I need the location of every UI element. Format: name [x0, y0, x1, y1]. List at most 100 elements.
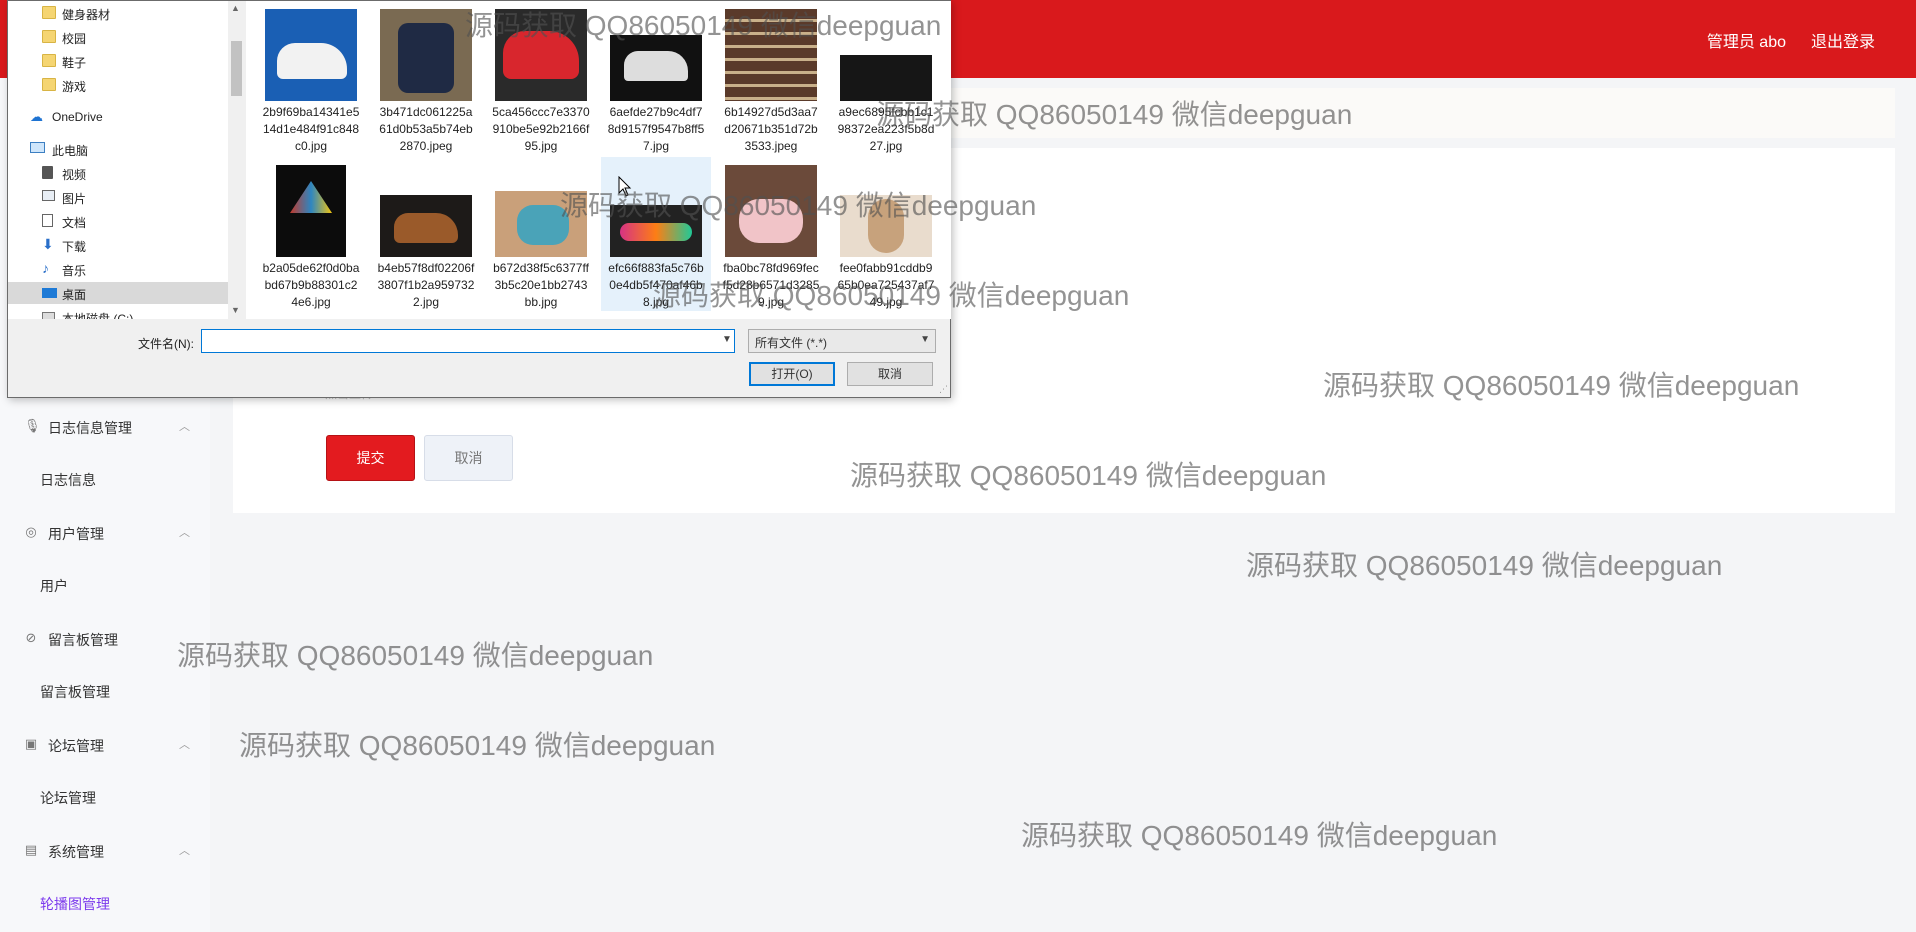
tree-item[interactable]: 视频 — [8, 162, 228, 184]
logout-link[interactable]: 退出登录 — [1811, 28, 1875, 52]
file-item[interactable]: 6aefde27b9c4df78d9157f9547b8ff57.jpg — [601, 1, 711, 155]
dialog-cancel-button[interactable]: 取消 — [847, 362, 933, 386]
tree-item[interactable]: 图片 — [8, 186, 228, 208]
file-name: b4eb57f8df02206f3807f1b2a9597322.jpg — [377, 261, 475, 309]
thumbnail-image — [495, 9, 587, 101]
file-item[interactable]: b2a05de62f0d0babd67b9b88301c24e6.jpg — [256, 157, 366, 311]
filename-label: 文件名(N): — [138, 337, 194, 351]
file-name: fba0bc78fd969fecf5d28b6571d32859.jpg — [722, 261, 820, 309]
file-item[interactable]: b4eb57f8df02206f3807f1b2a9597322.jpg — [371, 157, 481, 311]
sidebar-item-log[interactable]: 日志信息 — [40, 470, 96, 490]
navigation-tree[interactable]: 健身器材 校园 鞋子 游戏 ☁ OneDrive 此电脑 视频 图片 文档 ⬇ 下载… — [8, 1, 228, 319]
file-item[interactable]: 2b9f69ba14341e514d1e484f91c848c0.jpg — [256, 1, 366, 155]
file-name: efc66f883fa5c76b0e4db5f470af46b8.jpg — [608, 261, 704, 309]
tree-item-label: 音乐 — [62, 264, 87, 278]
open-button[interactable]: 打开(O) — [749, 362, 835, 386]
scroll-down-icon[interactable]: ▼ — [231, 305, 240, 315]
tree-item[interactable]: ☁ OneDrive — [8, 106, 228, 128]
resize-grip-icon[interactable]: ⋰ — [939, 384, 948, 395]
drive-icon — [42, 312, 55, 319]
cancel-button[interactable]: 取消 — [424, 435, 513, 481]
sidebar-item-carousel[interactable]: 轮播图管理 — [40, 894, 110, 914]
tree-item-label: 鞋子 — [62, 56, 87, 70]
file-name: b2a05de62f0d0babd67b9b88301c24e6.jpg — [262, 261, 360, 309]
user-ring-icon: ◎ — [25, 524, 37, 539]
tree-item[interactable]: 健身器材 — [8, 2, 228, 24]
nav-group-label: 日志信息管理 — [48, 420, 132, 436]
tree-item-label: 桌面 — [62, 288, 87, 302]
nav-group-forum[interactable]: ▣ 论坛管理 ︿ — [0, 725, 210, 765]
file-name: fee0fabb91cddb965b0ea725437af749.jpg — [837, 261, 935, 309]
video-icon — [42, 166, 53, 179]
mouse-cursor-icon — [618, 176, 632, 197]
tree-item[interactable]: ⬇ 下载 — [8, 234, 228, 256]
nav-group-log[interactable]: 🎙 日志信息管理 ︿ — [0, 407, 210, 447]
tree-item-label: 图片 — [62, 192, 87, 206]
folder-icon — [42, 54, 56, 67]
file-name: 6b14927d5d3aa7d20671b351d72b3533.jpeg — [724, 105, 818, 153]
submit-button[interactable]: 提交 — [326, 435, 415, 481]
thumbnail-image — [840, 195, 932, 257]
nav-group-message[interactable]: ⊘ 留言板管理 — [0, 619, 210, 659]
watermark-text: 源码获取 QQ86050149 微信deepguan — [1021, 820, 1498, 851]
tree-item[interactable]: 本地磁盘 (C:) — [8, 306, 228, 319]
chevron-down-icon[interactable]: ▼ — [722, 334, 732, 345]
filename-input[interactable] — [201, 329, 735, 353]
file-open-dialog: 健身器材 校园 鞋子 游戏 ☁ OneDrive 此电脑 视频 图片 文档 ⬇ 下载… — [7, 0, 951, 398]
download-icon: ⬇ — [42, 236, 54, 252]
file-item[interactable]: fba0bc78fd969fecf5d28b6571d32859.jpg — [716, 157, 826, 311]
file-item[interactable]: 5ca456ccc7e3370910be5e92b2166f95.jpg — [486, 1, 596, 155]
chevron-up-icon: ︿ — [179, 845, 190, 857]
scroll-up-icon[interactable]: ▲ — [231, 3, 240, 13]
list-icon: ▤ — [24, 842, 38, 857]
tree-item[interactable]: 游戏 — [8, 74, 228, 96]
file-name: b672d38f5c6377ff3b5c20e1bb2743bb.jpg — [493, 261, 589, 309]
nav-group-system[interactable]: ▤ 系统管理 ︿ — [0, 831, 210, 871]
thumbnail-image — [840, 55, 932, 101]
file-name: 2b9f69ba14341e514d1e484f91c848c0.jpg — [262, 105, 360, 153]
tree-item[interactable]: 文档 — [8, 210, 228, 232]
cloud-icon: ☁ — [30, 109, 43, 124]
thumbnail-image — [610, 35, 702, 101]
current-user: 管理员 abo — [1706, 34, 1786, 51]
sidebar-item-message[interactable]: 留言板管理 — [40, 682, 110, 702]
thumbnail-image — [725, 9, 817, 101]
tree-item-selected[interactable]: 桌面 — [8, 282, 228, 304]
nav-group-label: 论坛管理 — [48, 738, 104, 754]
tree-item[interactable]: 此电脑 — [8, 138, 228, 160]
file-item[interactable]: a9ec6895fcbb1c198372ea223f5b8d27.jpg — [831, 1, 941, 155]
thumbnail-image — [380, 195, 472, 257]
chevron-up-icon: ︿ — [179, 739, 190, 751]
tree-item-label: 此电脑 — [52, 144, 89, 158]
tree-item-label: 视频 — [62, 168, 87, 182]
filetype-value: 所有文件 (*.*) — [755, 336, 828, 350]
file-list[interactable]: 2b9f69ba14341e514d1e484f91c848c0.jpg 3b4… — [246, 1, 951, 319]
sidebar-item-forum[interactable]: 论坛管理 — [40, 788, 96, 808]
watermark-text: 源码获取 QQ86050149 微信deepguan — [177, 640, 654, 671]
folder-icon — [42, 6, 56, 19]
chevron-down-icon: ▼ — [920, 334, 930, 345]
chevron-up-icon: ︿ — [179, 527, 190, 539]
thumbnail-image — [610, 205, 702, 257]
thumbnail-image — [276, 165, 346, 257]
file-item[interactable]: 6b14927d5d3aa7d20671b351d72b3533.jpeg — [716, 1, 826, 155]
nav-group-user[interactable]: ◎ 用户管理 ︿ — [0, 513, 210, 553]
file-name: a9ec6895fcbb1c198372ea223f5b8d27.jpg — [837, 105, 935, 153]
tree-item-label: OneDrive — [52, 110, 103, 124]
sidebar-item-user[interactable]: 用户 — [40, 576, 68, 596]
file-item[interactable]: fee0fabb91cddb965b0ea725437af749.jpg — [831, 157, 941, 311]
document-icon — [42, 214, 53, 227]
file-item[interactable]: b672d38f5c6377ff3b5c20e1bb2743bb.jpg — [486, 157, 596, 311]
compass-icon: ⊘ — [25, 630, 37, 645]
tree-item[interactable]: ♪ 音乐 — [8, 258, 228, 280]
file-item[interactable]: 3b471dc061225a61d0b53a5b74eb2870.jpeg — [371, 1, 481, 155]
tree-item[interactable]: 校园 — [8, 26, 228, 48]
filetype-select[interactable]: 所有文件 (*.*) ▼ — [748, 329, 936, 353]
chevron-up-icon: ︿ — [179, 421, 190, 433]
scrollbar-thumb[interactable] — [231, 41, 242, 96]
tree-scrollbar[interactable]: ▲ ▼ — [228, 1, 245, 319]
tree-item[interactable]: 鞋子 — [8, 50, 228, 72]
computer-icon — [30, 142, 45, 153]
tree-item-label: 下载 — [62, 240, 87, 254]
thumbnail-image — [725, 165, 817, 257]
